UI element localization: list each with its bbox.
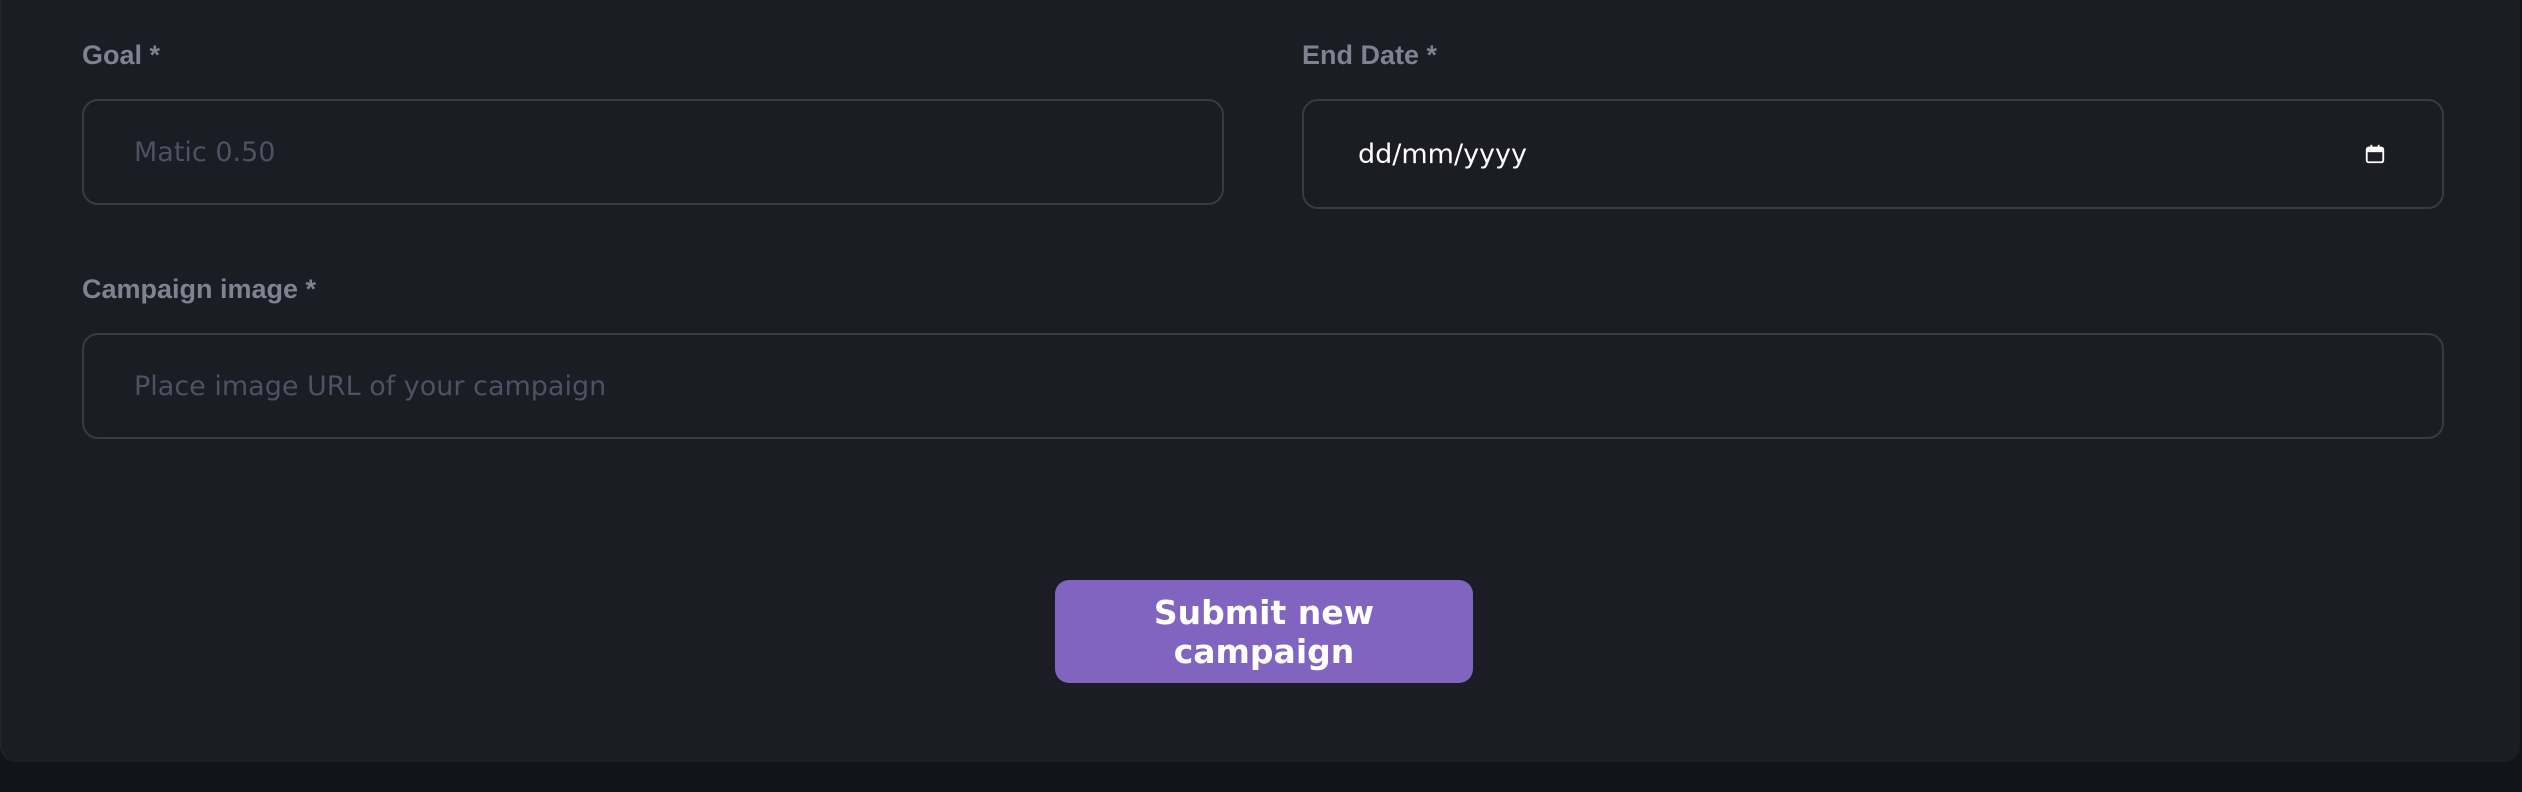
goal-input[interactable]: Matic 0.50 xyxy=(82,99,1224,205)
submit-campaign-button[interactable]: Submit new campaign xyxy=(1055,580,1473,683)
campaign-image-input[interactable]: Place image URL of your campaign xyxy=(82,333,2444,439)
end-date-label: End Date * xyxy=(1302,40,1438,70)
campaign-image-placeholder: Place image URL of your campaign xyxy=(134,370,607,402)
end-date-input[interactable]: dd/mm/yyyy xyxy=(1302,99,2444,209)
goal-placeholder: Matic 0.50 xyxy=(134,136,276,168)
campaign-image-label: Campaign image * xyxy=(82,274,317,304)
campaign-form-card: Goal * Matic 0.50 End Date * dd/mm/yyyy … xyxy=(0,0,2520,762)
end-date-value: dd/mm/yyyy xyxy=(1358,138,1527,170)
goal-label: Goal * xyxy=(82,40,161,70)
calendar-icon[interactable] xyxy=(2364,143,2386,165)
